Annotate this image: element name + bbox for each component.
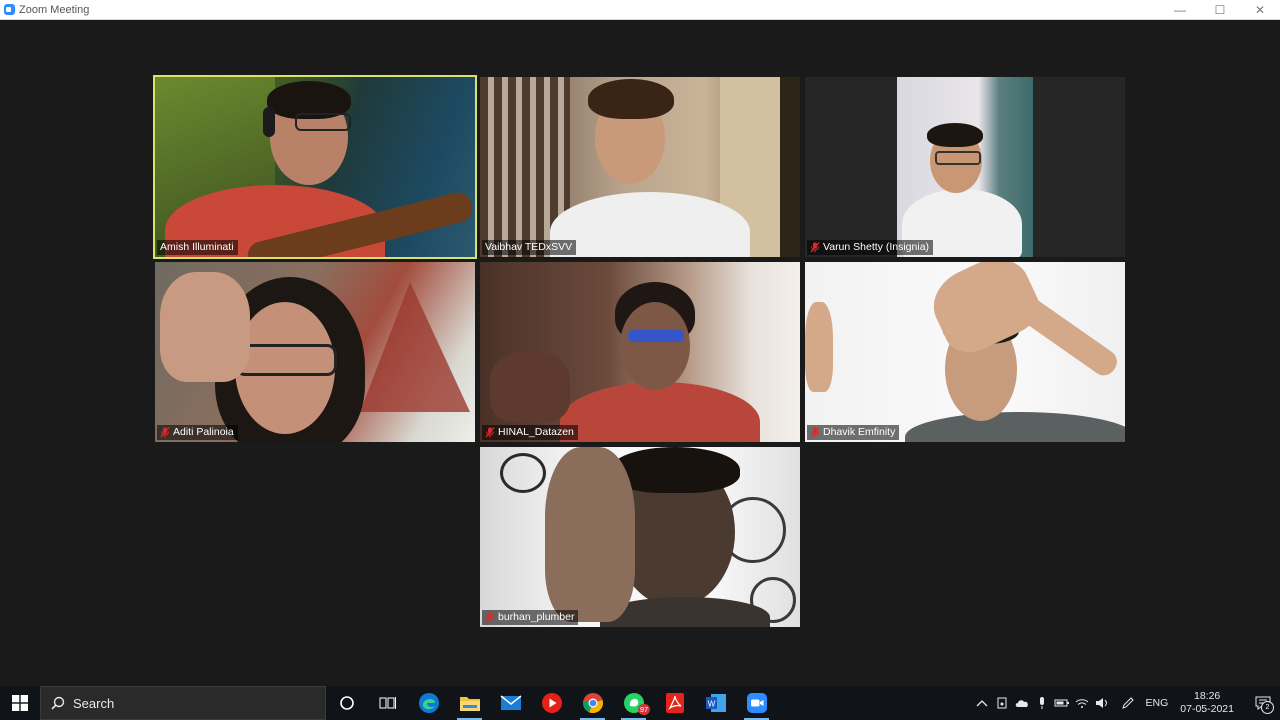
pen-icon[interactable] (1118, 686, 1138, 720)
participant-name-label: Varun Shetty (Insignia) (807, 240, 934, 255)
zoom-icon[interactable] (736, 686, 777, 720)
whatsapp-icon[interactable]: 97 (613, 686, 654, 720)
video-tile-vaibhav[interactable]: Vaibhav TEDxSVV (480, 77, 800, 257)
acrobat-icon[interactable] (654, 686, 695, 720)
participant-name-label: Aditi Palinoia (157, 425, 238, 440)
meeting-gallery: Amish Illuminati Vaibhav TEDxSVV Varun S… (0, 20, 1280, 686)
video-tile-aditi[interactable]: Aditi Palinoia (155, 262, 475, 442)
minimize-button[interactable]: — (1160, 0, 1200, 19)
taskbar-search-box[interactable]: Search (40, 686, 326, 720)
video-tile-varun[interactable]: Varun Shetty (Insignia) (805, 77, 1125, 257)
window-title-bar: Zoom Meeting — ☐ ✕ (0, 0, 1280, 20)
volume-icon[interactable] (1092, 686, 1112, 720)
video-tile-amish[interactable]: Amish Illuminati (155, 77, 475, 257)
mail-icon[interactable] (490, 686, 531, 720)
clock-date: 07-05-2021 (1180, 703, 1234, 715)
windows-logo-icon (12, 695, 28, 711)
search-icon (51, 696, 65, 710)
windows-taskbar: Search 97 W ENG 18:26 07-05-2021 2 (0, 686, 1280, 720)
video-feed (805, 77, 1125, 257)
participant-name: burhan_plumber (498, 611, 575, 623)
cortana-icon[interactable] (326, 686, 367, 720)
youtube-icon[interactable] (531, 686, 572, 720)
search-placeholder: Search (73, 695, 115, 711)
video-feed (155, 77, 475, 257)
muted-mic-icon (485, 427, 495, 438)
muted-mic-icon (485, 612, 495, 623)
video-feed (155, 262, 475, 442)
edge-icon[interactable] (408, 686, 449, 720)
muted-mic-icon (160, 427, 170, 438)
participant-name: Varun Shetty (Insignia) (823, 241, 930, 253)
svg-text:W: W (707, 700, 715, 709)
participant-name: Amish Illuminati (160, 241, 234, 253)
window-title: Zoom Meeting (19, 3, 90, 16)
participant-name-label: Dhavik Emfinity (807, 425, 900, 440)
video-tile-burhan[interactable]: burhan_plumber (480, 447, 800, 627)
video-feed (480, 77, 800, 257)
participant-name-label: burhan_plumber (482, 610, 579, 625)
battery-icon[interactable] (1052, 686, 1072, 720)
chevron-up-icon[interactable] (972, 686, 992, 720)
microphone-icon[interactable] (1032, 686, 1052, 720)
participant-name: Dhavik Emfinity (823, 426, 896, 438)
start-button[interactable] (0, 686, 40, 720)
close-button[interactable]: ✕ (1240, 0, 1280, 19)
video-feed (805, 262, 1125, 442)
chrome-icon[interactable] (572, 686, 613, 720)
file-explorer-icon[interactable] (449, 686, 490, 720)
notification-count: 2 (1261, 701, 1274, 714)
onedrive-icon[interactable] (1012, 686, 1032, 720)
video-tile-dhavik[interactable]: Dhavik Emfinity (805, 262, 1125, 442)
muted-mic-icon (810, 242, 820, 253)
clock-time: 18:26 (1194, 690, 1221, 702)
window-controls: — ☐ ✕ (1160, 0, 1280, 19)
zoom-app-icon (4, 4, 15, 15)
video-tile-hinal[interactable]: HINAL_Datazen (480, 262, 800, 442)
participant-name: HINAL_Datazen (498, 426, 574, 438)
participant-name: Vaibhav TEDxSVV (485, 241, 573, 253)
participant-name-label: Vaibhav TEDxSVV (482, 240, 577, 255)
video-feed (480, 262, 800, 442)
maximize-button[interactable]: ☐ (1200, 0, 1240, 19)
word-icon[interactable]: W (695, 686, 736, 720)
system-tray: ENG 18:26 07-05-2021 2 (972, 686, 1280, 720)
action-center-button[interactable]: 2 (1246, 686, 1280, 720)
participant-name: Aditi Palinoia (173, 426, 234, 438)
wifi-icon[interactable] (1072, 686, 1092, 720)
participant-name-label: HINAL_Datazen (482, 425, 578, 440)
security-icon[interactable] (992, 686, 1012, 720)
system-clock[interactable]: 18:26 07-05-2021 (1180, 690, 1234, 716)
participant-name-label: Amish Illuminati (157, 240, 238, 255)
task-view-icon[interactable] (367, 686, 408, 720)
muted-mic-icon (810, 427, 820, 438)
video-feed (480, 447, 800, 627)
input-language[interactable]: ENG (1146, 697, 1169, 709)
whatsapp-unread-badge: 97 (638, 704, 650, 715)
